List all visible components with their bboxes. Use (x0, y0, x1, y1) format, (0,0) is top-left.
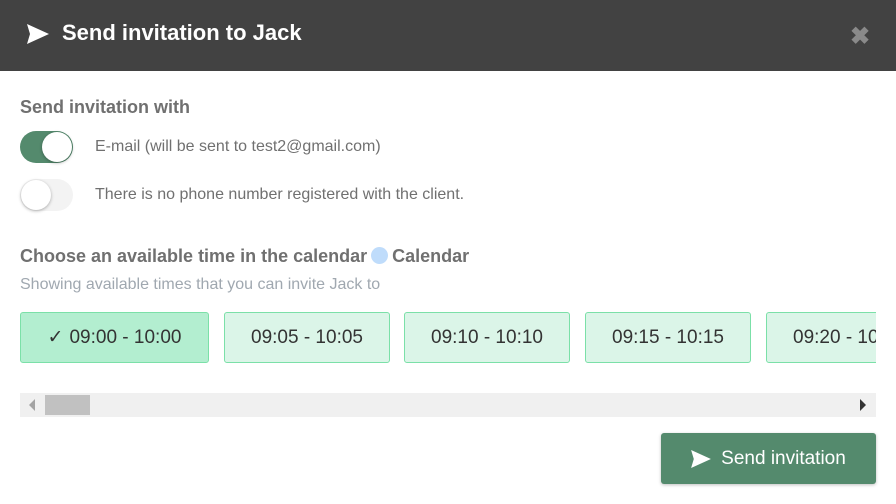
time-slot-list: ✓ 09:00 - 10:00 09:05 - 10:05 09:10 - 10:… (20, 312, 876, 364)
send-invitation-label: Send invitation (721, 447, 846, 469)
time-slot-label: 09:20 - 10:20 (793, 326, 876, 348)
scroll-right-icon[interactable] (860, 399, 866, 411)
time-slot-label: 09:15 - 10:15 (612, 326, 724, 348)
calendar-subtitle: Showing available times that you can inv… (20, 276, 381, 293)
time-slot-label: 09:05 - 10:05 (251, 326, 363, 348)
time-slot[interactable]: 09:05 - 10:05 (224, 312, 390, 363)
scroll-left-icon[interactable] (29, 399, 35, 411)
horizontal-scrollbar[interactable] (20, 393, 876, 417)
calendar-heading: Choose an available time in the calendar… (20, 246, 469, 267)
dialog-title: Send invitation to Jack (62, 20, 302, 45)
send-invitation-button[interactable]: Send invitation (661, 433, 876, 484)
sms-toggle[interactable] (20, 179, 73, 211)
time-slot[interactable]: 09:15 - 10:15 (585, 312, 751, 363)
close-icon[interactable]: ✖ (850, 22, 870, 51)
sms-label: There is no phone number registered with… (95, 186, 465, 203)
scrollbar-thumb[interactable] (45, 395, 90, 415)
send-icon (27, 24, 49, 44)
calendar-heading-text: Choose an available time in the calendar (20, 246, 368, 266)
email-toggle[interactable] (20, 131, 73, 163)
dialog-header: Send invitation to Jack ✖ (0, 0, 896, 71)
send-icon (691, 449, 712, 468)
time-slot[interactable]: 09:10 - 10:10 (404, 312, 570, 363)
invite-heading: Send invitation with (20, 97, 190, 117)
time-slot[interactable]: 09:20 - 10:20 (766, 312, 876, 363)
time-slot-label: 09:10 - 10:10 (431, 326, 543, 348)
email-label: E-mail (will be sent to test2@gmail.com) (95, 138, 381, 155)
time-slot[interactable]: ✓ 09:00 - 10:00 (20, 312, 209, 363)
calendar-link[interactable]: Calendar (392, 246, 469, 266)
time-slot-label: 09:00 - 10:00 (69, 326, 182, 348)
check-icon: ✓ (47, 327, 64, 348)
calendar-color-dot (371, 247, 389, 264)
